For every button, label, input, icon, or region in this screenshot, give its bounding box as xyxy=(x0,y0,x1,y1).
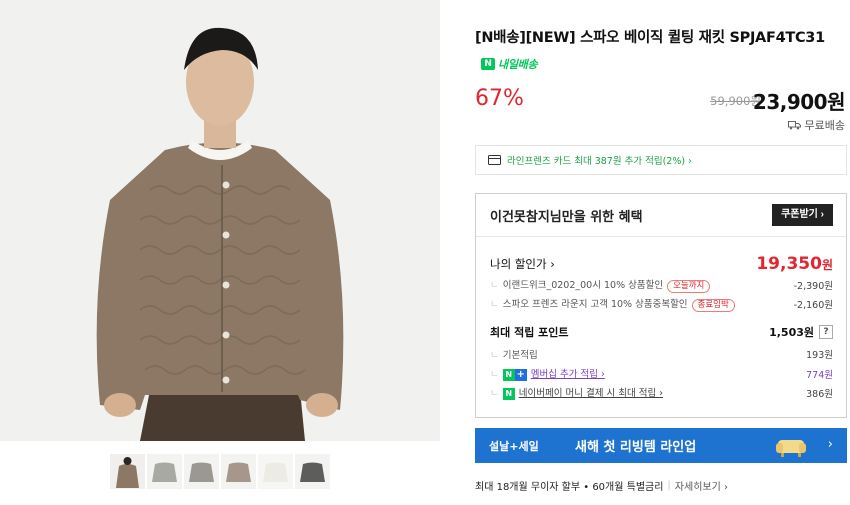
naverpay-points-amount: 386원 xyxy=(806,388,833,400)
product-photo xyxy=(0,0,440,441)
product-title-text: [N배송][NEW] 스파오 베이직 퀼팅 재킷 SPJAF4TC31 xyxy=(475,30,825,46)
discount-rate: 67% xyxy=(475,86,524,111)
coupon-2-label: ㄴ 스파오 프렌즈 라운지 고객 10% 상품중복할인 종료임박 xyxy=(490,296,735,312)
thumbnail-2[interactable] xyxy=(147,454,182,489)
basic-points-text: 기본적립 xyxy=(502,350,538,361)
coupon-row-2: ㄴ 스파오 프렌즈 라운지 고객 10% 상품중복할인 종료임박 -2,160원 xyxy=(490,296,833,312)
benefit-box: 이건못참지님만을 위한 혜택 쿠폰받기 › 나의 할인가 › 19,350원 ㄴ… xyxy=(475,193,847,418)
coupon-row-1: ㄴ 이랜드위크_0202_00시 10% 상품할인 오늘까지 -2,390원 xyxy=(490,277,833,293)
help-icon[interactable]: ? xyxy=(819,325,833,339)
n-delivery-icon: N xyxy=(481,58,495,70)
installment-info: 최대 18개월 무이자 할부 • 60개월 특별금리 | 자세히보기 › xyxy=(475,478,728,493)
tomorrow-delivery-badge: N 내일배송 xyxy=(481,52,538,77)
product-title: [N배송][NEW] 스파오 베이직 퀼팅 재킷 SPJAF4TC31 N 내일… xyxy=(475,26,847,77)
plus-icon: + xyxy=(514,369,527,381)
max-points-label: 최대 적립 포인트 xyxy=(490,326,569,339)
point-row-membership: ㄴ N + 멤버십 추가 적립 › 774원 xyxy=(490,366,833,381)
basic-points-label: ㄴ 기본적립 xyxy=(490,350,538,361)
banner-tag: 설날+세일 xyxy=(489,439,539,453)
benefit-title: 이건못참지님만을 위한 혜택 xyxy=(490,209,643,225)
product-info-panel: [N배송][NEW] 스파오 베이직 퀼팅 재킷 SPJAF4TC31 N 내일… xyxy=(475,0,847,505)
truck-icon xyxy=(787,121,801,130)
product-main-image[interactable] xyxy=(0,0,440,441)
thumbnail-3[interactable] xyxy=(184,454,219,489)
installment-text: 최대 18개월 무이자 할부 • 60개월 특별금리 xyxy=(475,482,664,493)
coupon-2-tag: 종료임박 xyxy=(691,299,735,312)
credit-card-icon xyxy=(488,155,501,165)
thumbnail-strip xyxy=(110,454,330,489)
membership-points-amount: 774원 xyxy=(806,369,833,381)
benefit-header: 이건못참지님만을 위한 혜택 쿠폰받기 › xyxy=(476,194,846,237)
get-coupon-button[interactable]: 쿠폰받기 › xyxy=(772,204,833,226)
naverpay-points-link[interactable]: 네이버페이 머니 결제 시 최대 적립 › xyxy=(519,388,663,399)
point-row-basic: ㄴ 기본적립 193원 xyxy=(490,347,833,361)
my-discount-label[interactable]: 나의 할인가 › xyxy=(490,256,555,272)
delivery-badge-label: 내일배송 xyxy=(498,57,538,71)
banner-chevron-icon: › xyxy=(827,437,833,452)
shipping-label: 무료배송 xyxy=(804,119,845,132)
my-discount-row: 나의 할인가 › 19,350원 xyxy=(490,254,833,274)
membership-points-link[interactable]: 멤버십 추가 적립 › xyxy=(531,369,605,380)
naver-pay-icon: N xyxy=(502,388,515,400)
divider: | xyxy=(667,480,671,491)
card-offer-text: 라인프렌즈 카드 최대 387원 추가 적립(2%) › xyxy=(507,156,692,167)
max-points-value-group: 1,503원 ? xyxy=(769,324,833,340)
point-row-naverpay: ㄴ N 네이버페이 머니 결제 시 최대 적립 › 386원 xyxy=(490,385,833,400)
naverpay-points-label: ㄴ N 네이버페이 머니 결제 시 최대 적립 › xyxy=(490,388,664,400)
my-discount-unit: 원 xyxy=(821,258,833,272)
sale-price: 23,900원 xyxy=(752,90,846,114)
coupon-1-label: ㄴ 이랜드위크_0202_00시 10% 상품할인 오늘까지 xyxy=(490,277,711,293)
basic-points-amount: 193원 xyxy=(806,350,833,361)
max-points-value: 1,503원 xyxy=(769,326,814,339)
coupon-2-text: 스파오 프렌즈 라운지 고객 10% 상품중복할인 xyxy=(502,299,688,310)
naver-n-icon: N xyxy=(502,369,515,381)
banner-text: 새해 첫 리빙템 라인업 xyxy=(575,440,697,455)
my-discount-value: 19,350 xyxy=(756,254,822,274)
sofa-icon xyxy=(776,440,806,457)
max-points-row: 최대 적립 포인트 1,503원 ? xyxy=(490,324,833,340)
thumbnail-6[interactable] xyxy=(295,454,330,489)
thumbnail-5[interactable] xyxy=(258,454,293,489)
card-offer[interactable]: 라인프렌즈 카드 최대 387원 추가 적립(2%) › xyxy=(475,145,847,175)
coupon-2-amount: -2,160원 xyxy=(793,300,833,311)
promo-banner[interactable]: 설날+세일 새해 첫 리빙템 라인업 › xyxy=(475,428,847,463)
thumbnail-1[interactable] xyxy=(110,454,145,489)
installment-more-link[interactable]: 자세히보기 › xyxy=(675,478,728,493)
my-discount-price: 19,350원 xyxy=(756,254,833,274)
coupon-1-tag: 오늘까지 xyxy=(667,280,711,293)
membership-points-label: ㄴ N + 멤버십 추가 적립 › xyxy=(490,369,605,381)
coupon-1-text: 이랜드위크_0202_00시 10% 상품할인 xyxy=(502,280,664,291)
shipping-info: 무료배송 xyxy=(787,117,845,133)
thumbnail-4[interactable] xyxy=(221,454,256,489)
coupon-1-amount: -2,390원 xyxy=(793,281,833,292)
